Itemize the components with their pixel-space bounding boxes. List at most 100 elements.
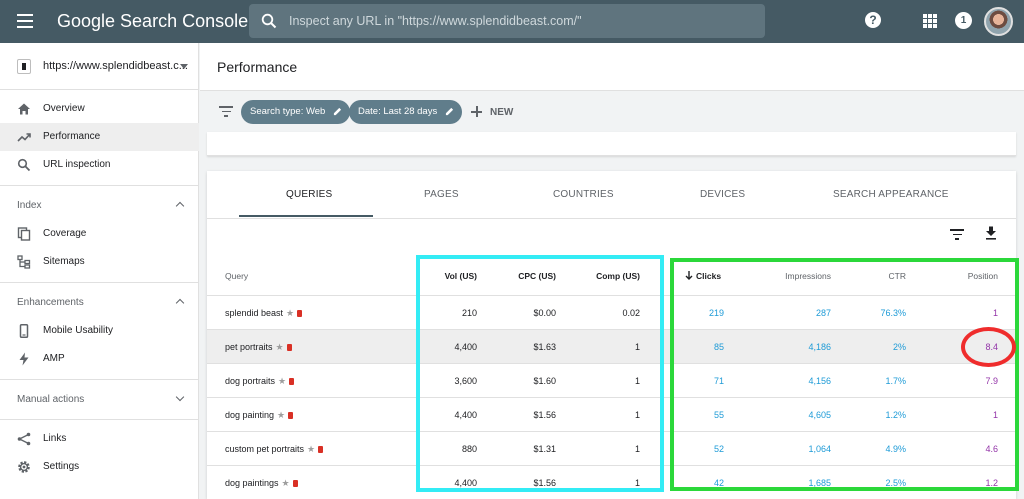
sidebar-item-sitemaps[interactable]: Sitemaps <box>0 248 199 276</box>
section-index[interactable]: Index <box>0 192 199 220</box>
keyword-tool-icon[interactable] <box>288 412 294 419</box>
tab-countries[interactable]: COUNTRIES <box>553 189 614 200</box>
new-filter-button[interactable]: NEW <box>471 105 513 121</box>
cell-ctr: 76.3% <box>880 308 906 318</box>
column-header-label: Clicks <box>696 271 722 281</box>
cell-query[interactable]: custom pet portraits ★ <box>225 444 324 455</box>
table-row[interactable]: splendid beast ★ 210 $0.00 0.02 219 287 76.3% 1 <box>207 296 1016 330</box>
keyword-tool-icon[interactable] <box>289 378 295 385</box>
keyword-tool-icon[interactable] <box>286 344 292 351</box>
chevron-up-icon <box>175 201 185 211</box>
cell-query[interactable]: splendid beast ★ <box>225 308 303 319</box>
column-header-cpc[interactable]: CPC (US) <box>518 271 556 281</box>
keyword-tool-icon[interactable] <box>292 480 298 487</box>
keyword-tool-icon[interactable] <box>318 446 324 453</box>
plus-icon <box>471 106 482 117</box>
table-row[interactable]: dog paintings ★ 4,400 $1.56 1 42 1,685 2.5% 1.2 <box>207 466 1016 499</box>
filter-icon[interactable] <box>219 106 233 117</box>
cell-impressions: 4,156 <box>808 376 831 386</box>
sidebar-item-label: URL inspection <box>43 159 111 170</box>
cell-impressions: 287 <box>815 308 831 318</box>
chip-label: Search type: Web <box>250 106 326 117</box>
cell-position: 1 <box>992 410 998 420</box>
cell-cpc: $1.56 <box>533 410 556 420</box>
search-input[interactable] <box>289 4 749 38</box>
star-icon[interactable]: ★ <box>277 410 285 421</box>
section-enhancements[interactable]: Enhancements <box>0 289 199 317</box>
date-range-chip[interactable]: Date: Last 28 days <box>349 100 463 124</box>
cell-query[interactable]: dog painting ★ <box>225 410 294 421</box>
cell-comp: 1 <box>634 376 640 386</box>
star-icon[interactable]: ★ <box>278 376 286 387</box>
sidebar-item-label: Links <box>43 433 67 444</box>
apps-grid-icon[interactable] <box>923 14 937 28</box>
app-title[interactable]: Google Search Console <box>57 11 248 32</box>
divider <box>0 419 199 420</box>
cell-vol: 4,400 <box>454 342 477 352</box>
cell-query[interactable]: dog portraits ★ <box>225 376 295 387</box>
query-text: splendid beast <box>225 308 284 318</box>
cell-impressions: 4,186 <box>808 342 831 352</box>
help-icon[interactable]: ? <box>865 12 881 28</box>
section-manual-actions[interactable]: Manual actions <box>0 386 199 414</box>
table-filter-icon[interactable] <box>950 229 964 240</box>
url-inspection-search[interactable] <box>249 4 765 38</box>
sidebar-item-links[interactable]: Links <box>0 425 199 453</box>
column-header-comp[interactable]: Comp (US) <box>596 271 640 281</box>
cell-ctr: 1.7% <box>885 376 906 386</box>
cell-clicks: 52 <box>713 444 724 454</box>
query-text: dog paintings <box>225 478 279 488</box>
avatar[interactable] <box>984 7 1013 36</box>
tab-search-appearance[interactable]: SEARCH APPEARANCE <box>833 189 949 200</box>
sidebar-item-label: Settings <box>43 461 80 472</box>
chevron-down-icon <box>180 64 188 69</box>
search-icon <box>17 158 31 172</box>
table-row[interactable]: custom pet portraits ★ 880 $1.31 1 52 1,064 4.9… <box>207 432 1016 466</box>
download-icon[interactable] <box>985 226 997 240</box>
column-header-position[interactable]: Position <box>968 271 998 281</box>
cell-impressions: 4,605 <box>808 410 831 420</box>
tab-pages[interactable]: PAGES <box>424 189 459 200</box>
cell-query[interactable]: pet portraits ★ <box>225 342 292 353</box>
notifications-icon[interactable]: 1 <box>955 12 972 29</box>
sidebar-item-settings[interactable]: Settings <box>0 453 199 481</box>
column-header-query[interactable]: Query <box>225 271 248 281</box>
column-header-clicks[interactable]: Clicks <box>685 271 721 281</box>
query-text: custom pet portraits <box>225 444 305 454</box>
query-text: dog painting <box>225 410 275 420</box>
star-icon[interactable]: ★ <box>276 342 284 353</box>
cell-comp: 1 <box>634 342 640 352</box>
table-row[interactable]: pet portraits ★ 4,400 $1.63 1 85 4,186 2% 8.4 <box>207 330 1016 364</box>
cell-vol: 880 <box>461 444 477 454</box>
cell-clicks: 55 <box>713 410 724 420</box>
column-header-ctr[interactable]: CTR <box>889 271 906 281</box>
tab-devices[interactable]: DEVICES <box>700 189 745 200</box>
sidebar-item-coverage[interactable]: Coverage <box>0 220 199 248</box>
sidebar-item-performance[interactable]: Performance <box>0 123 199 151</box>
star-icon[interactable]: ★ <box>286 308 294 319</box>
search-type-chip[interactable]: Search type: Web <box>241 100 351 124</box>
star-icon[interactable]: ★ <box>282 478 290 489</box>
edit-icon <box>446 107 454 116</box>
keyword-tool-icon[interactable] <box>297 310 303 317</box>
table-row[interactable]: dog painting ★ 4,400 $1.56 1 55 4,605 1.2% 1 <box>207 398 1016 432</box>
menu-icon[interactable] <box>17 14 33 28</box>
app-bar: Google Search Console ? 1 <box>0 0 1024 43</box>
column-header-vol[interactable]: Vol (US) <box>445 271 477 281</box>
lightning-icon <box>19 352 29 366</box>
sidebar-item-url-inspection[interactable]: URL inspection <box>0 151 199 179</box>
sidebar-item-overview[interactable]: Overview <box>0 95 199 123</box>
sidebar-item-mobile-usability[interactable]: Mobile Usability <box>0 317 199 345</box>
table-row[interactable]: dog portraits ★ 3,600 $1.60 1 71 4,156 1.7% 7.9 <box>207 364 1016 398</box>
cell-query[interactable]: dog paintings ★ <box>225 478 298 489</box>
star-icon[interactable]: ★ <box>307 444 315 455</box>
sidebar-item-label: Overview <box>43 103 85 114</box>
gear-icon <box>18 461 30 473</box>
trending-up-icon <box>17 133 31 142</box>
tab-queries[interactable]: QUERIES <box>286 189 332 200</box>
property-selector[interactable]: https://www.splendidbeast.c... <box>0 43 199 90</box>
sidebar-item-amp[interactable]: AMP <box>0 345 199 373</box>
cell-clicks: 85 <box>713 342 724 352</box>
section-label: Index <box>17 200 42 211</box>
column-header-impressions[interactable]: Impressions <box>785 271 831 281</box>
